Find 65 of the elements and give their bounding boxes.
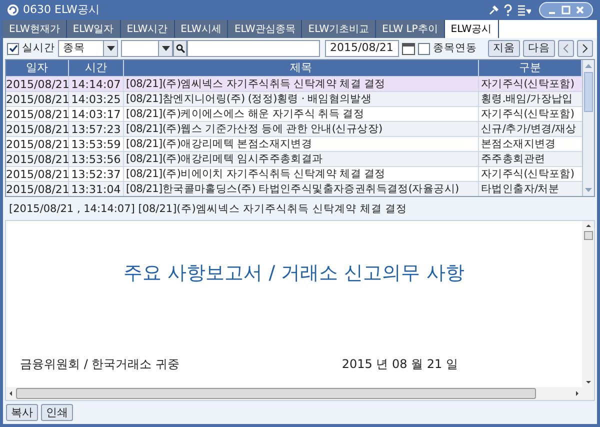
table-row[interactable]: 2015/08/21 14:03:25 [08/21]참엔지니어링(주) (정정)횡령 · 배임혐의발생 횡령.배임/가장납입 (6, 91, 582, 106)
action-button[interactable]: 복사 (6, 404, 38, 421)
table-cell-text: 자기주식(신탁포함) (480, 77, 576, 91)
table-cell-text: 신규/추가/변경/재상 (480, 122, 578, 136)
document-heading: 주요 사항보고서 / 거래소 신고의무 사항 (122, 261, 466, 286)
addressee-text: 금융위원회 / 한국거래소 귀중 (20, 356, 180, 373)
close-icon[interactable] (574, 4, 586, 16)
table-cell: 13:31:04 (69, 182, 124, 196)
table-cell-text: 자기주식(신탁포함) (480, 107, 576, 121)
table-cell-text: 타법인출자/처분 (480, 182, 560, 196)
tab[interactable]: ELW LP추이 (376, 20, 445, 38)
link-checkbox[interactable] (418, 42, 430, 54)
table-cell-text: 자기주식(신탁포함) (480, 167, 576, 181)
table-row[interactable]: 2015/08/21 14:14:07 [08/21](주)엠씨넥스 자기주식취득 신탁계약 체결 결정 자기주식(신탁포함) (6, 76, 582, 91)
table-row[interactable]: 2015/08/21 13:57:23 [08/21](주)웹스 기준가산정 등에 관한 안내(신규상장) 신규/추가/변경/재상 (6, 121, 582, 136)
toolbar-button[interactable]: 지움 (488, 40, 520, 57)
caret-icon (106, 46, 114, 51)
document-date: 2015 년 08 월 21 일 (342, 356, 458, 373)
menu-icon[interactable] (517, 4, 531, 16)
tab[interactable]: ELW시세 (174, 20, 228, 38)
chevron-left-icon (563, 44, 569, 53)
next-button[interactable] (577, 40, 593, 57)
detail-header: [2015/08/21 , 14:14:07] [08/21](주)엠씨넥스 자기주식취득 신탁계약 체결 결정 (8, 202, 408, 218)
pin-icon[interactable] (488, 4, 499, 16)
code-dropdown[interactable] (121, 40, 173, 57)
tab[interactable]: ELW관심종목 (228, 20, 302, 38)
tab[interactable]: ELW시간 (120, 20, 175, 38)
app-logo-icon (7, 4, 19, 16)
table-cell: 2015/08/21 (6, 182, 69, 196)
maximize-icon[interactable] (560, 4, 572, 16)
scroll-thumb[interactable] (16, 388, 536, 399)
link-label: 종목연동 (433, 40, 477, 56)
horizontal-scrollbar[interactable] (6, 387, 594, 400)
tab[interactable]: ELW공시 (444, 20, 499, 38)
table-row[interactable]: 2015/08/21 13:31:04 [08/21]한국콜마홀딩스(주) 타법인주식및출자증권취득결정(자율공시) 타법인출자/처분 (6, 181, 582, 196)
document-vertical-scrollbar[interactable] (582, 221, 594, 387)
table-cell: [08/21]한국콜마홀딩스(주) 타법인주식및출자증권취득결정(자율공시) (124, 182, 479, 196)
vertical-scrollbar[interactable] (582, 60, 594, 196)
scroll-thumb[interactable] (584, 72, 593, 112)
table-row[interactable]: 2015/08/21 13:53:56 [08/21](주)애강리메텍 임시주주총회결과 주주총회관련 (6, 151, 582, 166)
tab[interactable]: ELW일자 (66, 20, 121, 38)
help-icon[interactable] (503, 4, 513, 16)
window-title: 0630 ELW공시 (23, 2, 100, 18)
table-cell-text: 횡령.배임/가장납입 (480, 92, 574, 106)
calendar-icon[interactable] (402, 42, 415, 55)
toolbar-button[interactable]: 다음 (523, 40, 555, 57)
table-row[interactable]: 2015/08/21 14:03:17 [08/21](주)케이에스에스 해운 자기주식 취득 결정 자기주식(신탁포함) (6, 106, 582, 121)
realtime-label: 실시간 (22, 40, 55, 56)
table-row[interactable]: 2015/08/21 13:52:37 [08/21](주)비에이치 자기주식취득 신탁계약 체결 결정 자기주식(신탁포함) (6, 166, 582, 181)
scroll-thumb[interactable] (584, 231, 592, 240)
chevron-right-icon (582, 44, 588, 53)
action-button[interactable]: 인쇄 (41, 404, 73, 421)
table-cell-text: 본점소재지변경 (480, 137, 557, 151)
search-button[interactable] (173, 40, 187, 57)
search-icon (176, 44, 184, 53)
tab[interactable]: ELW현재가 (3, 20, 67, 38)
tab[interactable]: ELW기초비교 (302, 20, 376, 38)
search-field[interactable] (187, 40, 320, 57)
table-cell-text: 주주총회관련 (480, 152, 546, 166)
window-controls[interactable] (539, 2, 593, 18)
table-row[interactable]: 2015/08/21 13:53:59 [08/21](주)애강리메텍 본점소재지변경 본점소재지변경 (6, 136, 582, 151)
date-field[interactable]: 2015/08/21 (325, 40, 399, 57)
caret-icon (162, 46, 170, 51)
realtime-checkbox[interactable] (7, 42, 19, 54)
category-dropdown[interactable]: 종목 (58, 40, 118, 57)
